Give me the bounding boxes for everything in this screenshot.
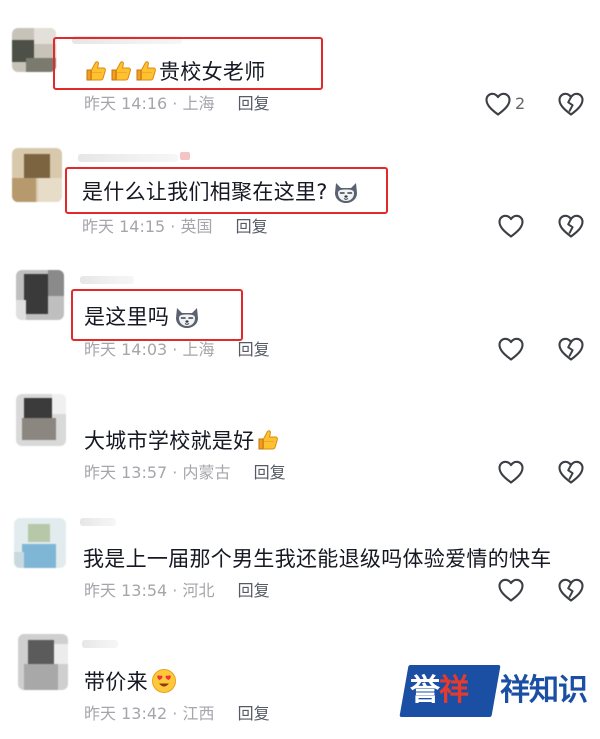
heart-icon[interactable] [497,459,525,485]
heart-icon[interactable] [497,336,525,362]
reply-button[interactable]: 回复 [254,463,286,482]
watermark-part-a: 誉祥 [410,673,469,708]
avatar[interactable] [16,394,66,446]
reply-button[interactable]: 回复 [238,340,270,359]
husky-emoji-icon [173,304,201,330]
watermark-part-b: 祥知识 [500,673,588,708]
reply-button[interactable]: 回复 [238,704,270,723]
broken-heart-icon[interactable] [557,336,585,362]
like-count: 2 [515,94,526,113]
comment-meta: 昨天 14:03 · 上海 回复 [84,340,270,360]
watermark-logo: 誉祥 祥知识 [399,665,590,721]
username[interactable] [82,640,118,648]
time-location: 昨天 13:54 · 河北 [84,581,215,600]
comment-text: 是这里吗 [84,303,201,331]
reply-button[interactable]: 回复 [238,581,270,600]
thumbs-up-icon [84,59,108,83]
comment-meta: 昨天 13:54 · 河北 回复 [84,581,270,601]
time-location: 昨天 13:42 · 江西 [84,704,215,723]
username[interactable] [78,154,178,162]
heart-eyes-emoji-icon [151,668,177,694]
username[interactable] [80,276,134,284]
comment-meta: 昨天 14:15 · 英国 回复 [82,217,268,237]
comment-text: 我是上一届那个男生我还能退级吗体验爱情的快车 [83,545,552,573]
comment-body: 带价来 [84,670,148,694]
comment-meta: 昨天 14:16 · 上海 回复 [84,94,270,114]
comment-meta: 昨天 13:42 · 江西 回复 [84,704,270,724]
heart-icon[interactable] [497,213,525,239]
comment-body: 我是上一届那个男生我还能退级吗体验爱情的快车 [83,547,552,571]
thumbs-up-icon [109,59,133,83]
comment-body: 是什么让我们相聚在这里? [82,180,328,204]
comment-meta: 昨天 13:57 · 内蒙古 回复 [84,463,286,483]
reply-button[interactable]: 回复 [238,94,270,113]
broken-heart-icon[interactable] [557,91,585,117]
comment-body: 大城市学校就是好 [84,429,255,453]
broken-heart-icon[interactable] [557,577,585,603]
time-location: 昨天 14:03 · 上海 [84,340,215,359]
time-location: 昨天 14:15 · 英国 [82,217,213,236]
thumbs-up-icon [256,428,280,452]
comment-body: 是这里吗 [84,305,170,329]
time-location: 昨天 14:16 · 上海 [84,94,215,113]
comment-text: 大城市学校就是好 [84,427,281,455]
husky-emoji-icon [332,179,360,205]
heart-icon[interactable] [484,91,512,117]
comment-text: 带价来 [84,668,177,696]
avatar[interactable] [16,270,64,320]
comment-text: 是什么让我们相聚在这里? [82,178,360,206]
avatar[interactable] [12,148,62,202]
heart-icon[interactable] [497,577,525,603]
comment-body: 贵校女老师 [159,60,266,84]
comment-text: 贵校女老师 [84,58,266,86]
username[interactable] [80,518,116,526]
broken-heart-icon[interactable] [557,213,585,239]
reply-button[interactable]: 回复 [236,217,268,236]
avatar[interactable] [18,634,68,690]
time-location: 昨天 13:57 · 内蒙古 [84,463,231,482]
thumbs-up-icon [134,59,158,83]
avatar[interactable] [12,28,56,72]
broken-heart-icon[interactable] [557,459,585,485]
avatar[interactable] [14,518,66,568]
